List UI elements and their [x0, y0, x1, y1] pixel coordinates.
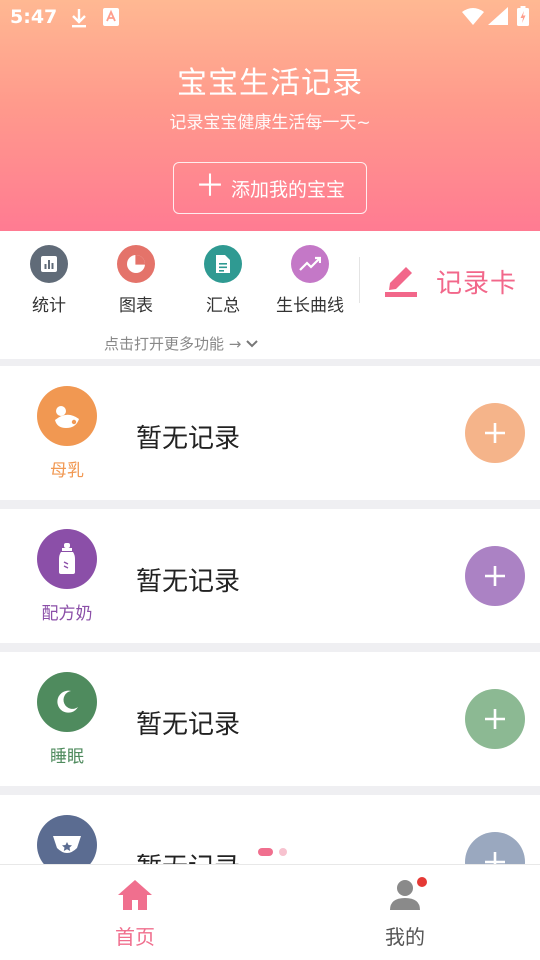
download-icon [70, 8, 88, 32]
signal-icon [488, 7, 508, 29]
notification-badge [417, 877, 427, 887]
record-status: 暂无记录 [136, 847, 240, 865]
add-record-button[interactable] [465, 689, 525, 749]
record-status: 暂无记录 [136, 710, 241, 740]
tool-charts-label: 图表 [119, 296, 153, 316]
plus-icon [485, 566, 505, 586]
record-card-button[interactable]: 记录卡 [384, 261, 517, 301]
record-name: 睡眠 [50, 747, 84, 767]
battery-icon [517, 6, 529, 30]
breast-milk-icon [37, 386, 97, 446]
add-record-button[interactable] [465, 403, 525, 463]
status-bar: 5:47 [0, 0, 540, 36]
plus-icon: ＋ [194, 168, 225, 204]
edit-icon [384, 261, 418, 301]
diaper-icon [37, 815, 97, 865]
stats-icon [30, 245, 68, 283]
toolbar-divider [359, 257, 360, 303]
add-baby-label: 添加我的宝宝 [230, 178, 345, 201]
trend-icon [291, 245, 329, 283]
home-icon [117, 880, 153, 915]
add-record-button[interactable] [465, 832, 525, 865]
add-baby-button[interactable]: ＋ 添加我的宝宝 [173, 162, 367, 214]
profile-icon [387, 877, 427, 915]
record-card-sleep: 睡眠 暂无记录 [0, 652, 540, 786]
tool-growth-curve-label: 生长曲线 [276, 296, 344, 316]
record-name: 母乳 [50, 461, 84, 481]
record-status: 暂无记录 [136, 424, 241, 454]
tool-growth-curve[interactable]: 生长曲线 [265, 245, 355, 316]
wifi-icon [462, 7, 484, 29]
more-functions-hint[interactable]: 点击打开更多功能 → [104, 333, 259, 354]
plus-icon [485, 852, 505, 865]
status-time: 5:47 [10, 6, 58, 28]
page-indicator [258, 848, 287, 856]
page-dot-active [258, 848, 273, 856]
nav-home-label: 首页 [115, 925, 155, 949]
plus-icon [485, 423, 505, 443]
function-toolbar: 统计 图表 汇总 生长曲线 记录卡 点击打开更多功能 → [0, 231, 540, 359]
header: 5:47 宝宝生活记录 记录宝宝健康生活每一天~ ＋ 添加我的宝宝 [0, 0, 540, 231]
tool-stats-label: 统计 [32, 296, 66, 316]
tool-summary[interactable]: 汇总 [178, 245, 268, 316]
app-title: 宝宝生活记录 [177, 66, 363, 101]
moon-icon [37, 672, 97, 732]
baby-bottle-icon [37, 529, 97, 589]
pie-chart-icon [117, 245, 155, 283]
tool-charts[interactable]: 图表 [91, 245, 181, 316]
more-functions-label: 点击打开更多功能 → [104, 335, 242, 353]
nav-home[interactable]: 首页 [75, 879, 195, 950]
record-name: 配方奶 [41, 604, 93, 624]
add-record-button[interactable] [465, 546, 525, 606]
chevron-down-icon [245, 335, 259, 353]
record-card-formula: 配方奶 暂无记录 [0, 509, 540, 643]
tool-summary-label: 汇总 [206, 296, 240, 316]
bottom-navigation: 首页 我的 [0, 864, 540, 960]
font-app-icon [103, 8, 119, 30]
nav-profile-label: 我的 [385, 925, 425, 949]
record-status: 暂无记录 [136, 567, 241, 597]
record-card-label: 记录卡 [436, 268, 518, 299]
page-dot [279, 848, 287, 856]
record-card-breast-milk: 母乳 暂无记录 [0, 366, 540, 500]
document-icon [204, 245, 242, 283]
nav-profile[interactable]: 我的 [345, 877, 465, 950]
plus-icon [485, 709, 505, 729]
app-subtitle: 记录宝宝健康生活每一天~ [169, 113, 371, 133]
tool-stats[interactable]: 统计 [4, 245, 94, 316]
